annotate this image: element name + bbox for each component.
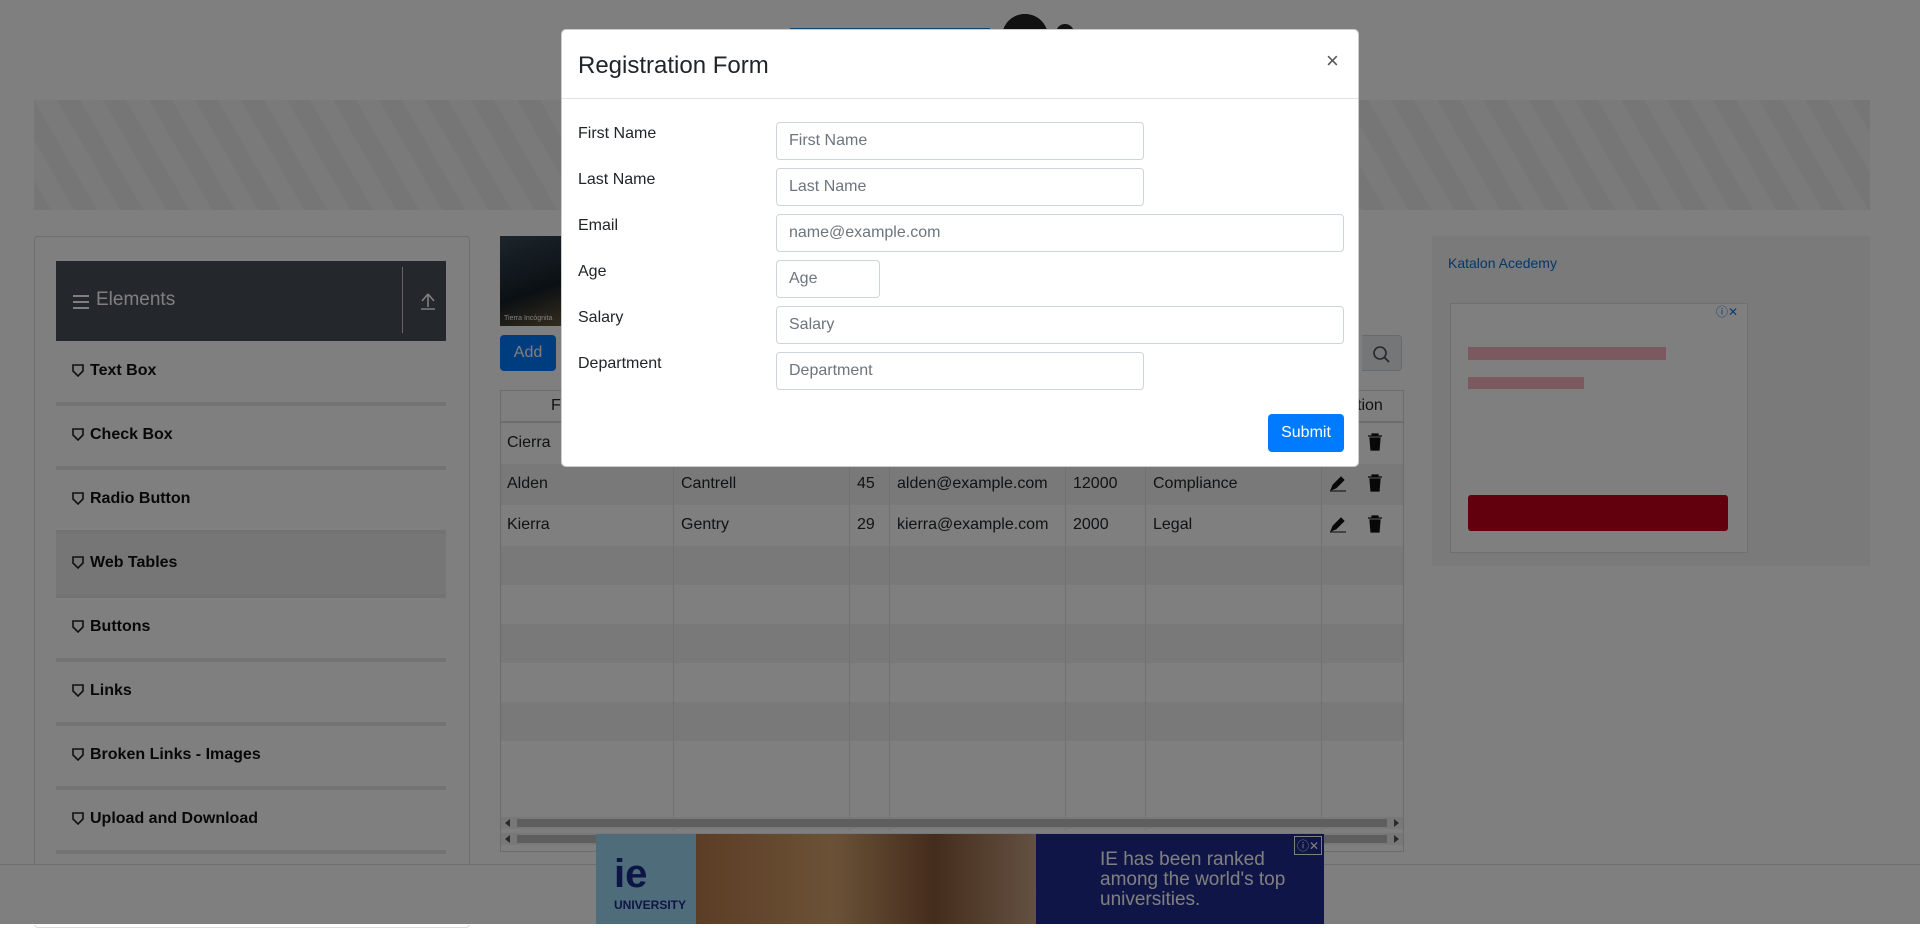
email-label: Email [578,217,619,234]
email-input[interactable] [776,214,1344,252]
salary-label: Salary [578,309,624,326]
modal-header: Registration Form × [562,30,1358,99]
salary-input[interactable] [776,306,1344,344]
first-name-label: First Name [578,125,657,142]
registration-modal: Registration Form × First Name Last Name… [561,29,1359,467]
submit-button[interactable]: Submit [1268,414,1344,452]
modal-title: Registration Form [578,52,769,79]
age-input[interactable] [776,260,880,298]
first-name-input[interactable] [776,122,1144,160]
last-name-label: Last Name [578,171,656,188]
age-label: Age [578,263,607,280]
department-input[interactable] [776,352,1144,390]
last-name-input[interactable] [776,168,1144,206]
close-icon[interactable]: × [1326,50,1339,72]
department-label: Department [578,355,662,372]
